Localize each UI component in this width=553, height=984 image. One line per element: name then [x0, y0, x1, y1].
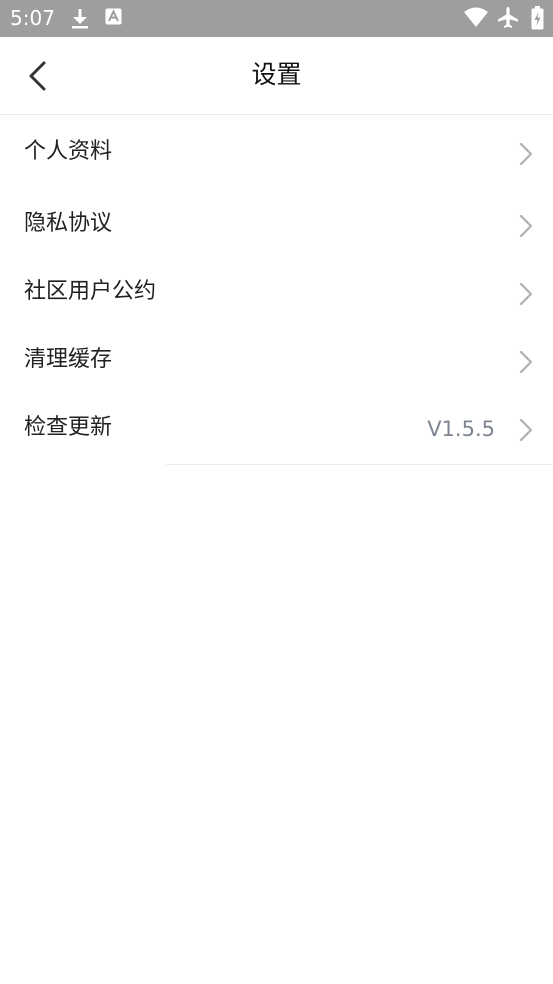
menu-item-privacy[interactable]: 隐私协议: [0, 191, 553, 259]
status-bar: 5:07: [0, 0, 553, 37]
version-value: V1.5.5: [427, 417, 495, 441]
download-icon: [70, 8, 90, 34]
menu-item-label: 隐私协议: [24, 211, 113, 236]
header: 设置: [0, 37, 553, 115]
wifi-icon: [463, 7, 489, 33]
chevron-right-icon: [517, 213, 535, 239]
page-title: 设置: [251, 60, 302, 89]
menu-item-label: 检查更新: [24, 415, 113, 440]
font-a-icon: [105, 8, 122, 31]
chevron-right-icon: [517, 417, 535, 443]
menu-item-clear-cache[interactable]: 清理缓存: [0, 327, 553, 395]
menu-item-community-rules[interactable]: 社区用户公约: [0, 259, 553, 327]
menu-item-profile[interactable]: 个人资料: [0, 119, 553, 187]
menu-item-label: 社区用户公约: [24, 279, 157, 304]
airplane-icon: [497, 6, 519, 34]
divider: [166, 464, 553, 465]
chevron-right-icon: [517, 281, 535, 307]
menu-item-label: 个人资料: [24, 139, 113, 164]
status-time: 5:07: [10, 6, 55, 30]
chevron-right-icon: [517, 141, 535, 167]
menu-item-check-update[interactable]: 检查更新 V1.5.5: [0, 395, 553, 463]
menu-item-label: 清理缓存: [24, 347, 113, 372]
chevron-right-icon: [517, 349, 535, 375]
battery-icon: [531, 6, 544, 34]
